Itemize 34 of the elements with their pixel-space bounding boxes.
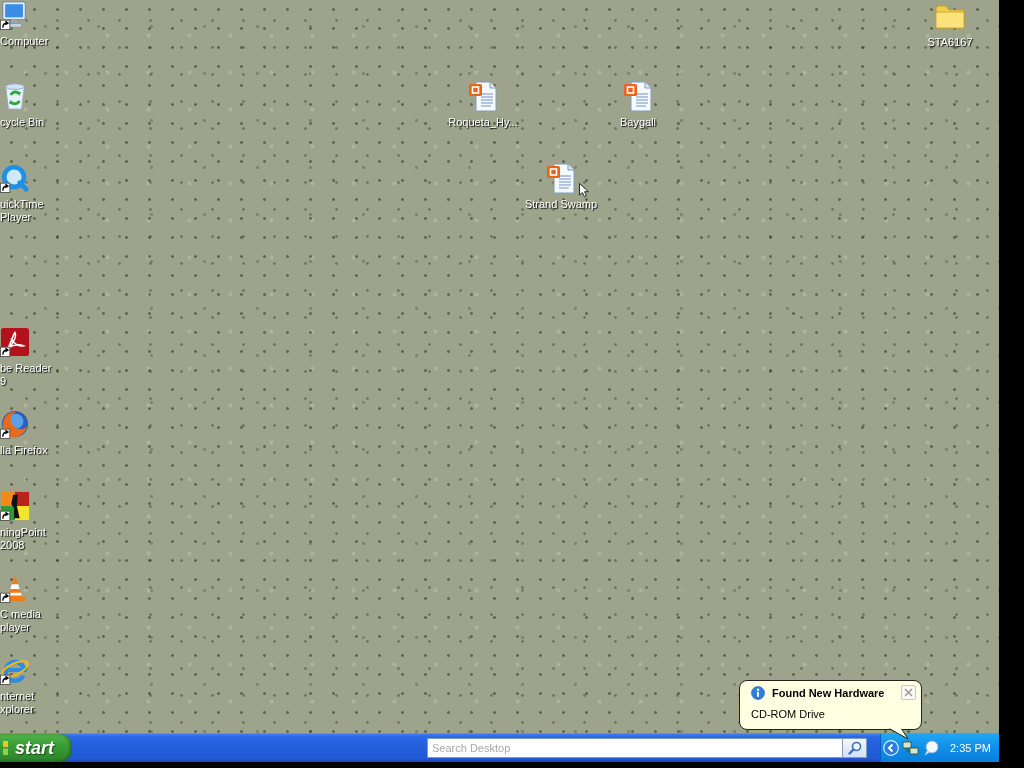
desktop-icon-label[interactable]: cycle Bin — [0, 116, 45, 129]
desktop-icon-label[interactable]: uickTime Player — [0, 198, 44, 224]
fox-globe-icon[interactable] — [0, 409, 30, 439]
close-button[interactable] — [901, 685, 916, 700]
presentation-file-icon[interactable] — [622, 80, 654, 112]
desktop-icon-label[interactable]: be Reader 9 — [0, 362, 52, 388]
search-button[interactable] — [843, 738, 867, 758]
balloon-title: Found New Hardware — [772, 686, 885, 699]
info-icon — [751, 685, 765, 700]
start-button[interactable]: start — [0, 734, 72, 762]
desktop-icon-label[interactable]: Roqueta_Hy... — [448, 116, 518, 129]
q-ring-icon[interactable] — [0, 163, 30, 193]
chevron-left-icon[interactable] — [883, 740, 899, 756]
pdf-icon[interactable] — [0, 327, 30, 357]
desktop-icon-label[interactable]: nternet xplorer — [0, 690, 35, 716]
search-icon — [847, 741, 862, 755]
app-tile-icon[interactable] — [0, 491, 30, 521]
close-icon — [904, 688, 913, 697]
clock[interactable]: 2:35 PM — [950, 742, 991, 754]
desktop-icon-label[interactable]: Baygall — [619, 116, 657, 129]
desktop-icon-label[interactable]: lla Firefox — [0, 444, 48, 457]
mouse-pointer-icon — [579, 183, 589, 197]
bubble-icon[interactable] — [923, 740, 939, 756]
search-field[interactable]: Search Desktop — [427, 738, 843, 758]
flag-icon — [3, 741, 8, 755]
desktop-icon-label[interactable]: Computer — [0, 35, 49, 48]
desktop-icon-label[interactable]: C media player — [0, 608, 41, 634]
desktop-icon-label[interactable]: Strand Swamp — [524, 198, 598, 211]
presentation-file-icon[interactable] — [545, 162, 577, 194]
desktop-icon-label[interactable]: STA6167 — [927, 36, 973, 49]
desktop-icon-label[interactable]: ningPoint 2008 — [0, 526, 46, 552]
presentation-file-icon[interactable] — [467, 80, 499, 112]
network-icon[interactable] — [902, 740, 920, 756]
balloon-message: CD-ROM Drive — [751, 708, 825, 720]
